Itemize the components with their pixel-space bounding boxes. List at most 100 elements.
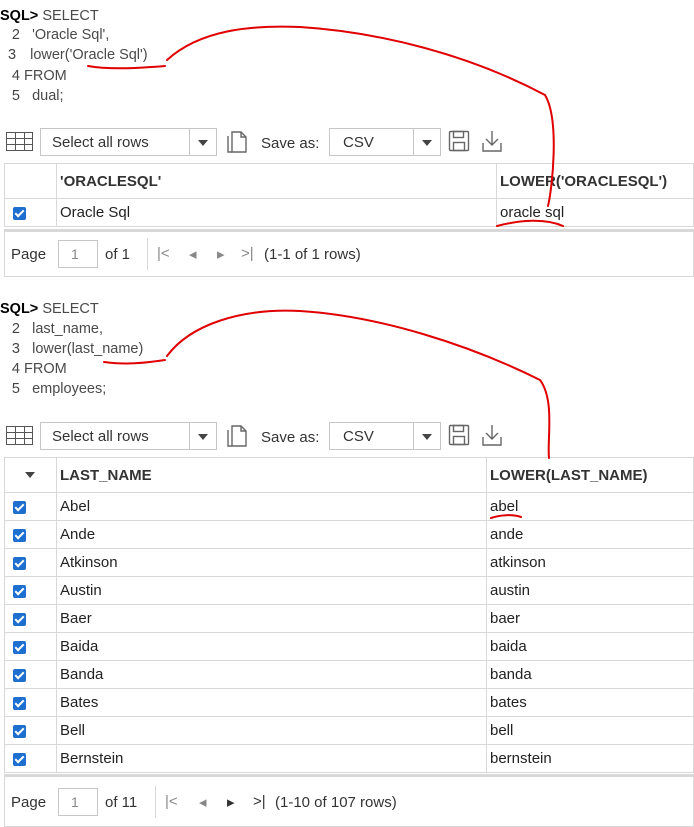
row-checkbox-cell[interactable] [4, 520, 57, 549]
last-page-icon[interactable]: >| [241, 245, 254, 262]
chevron-down-icon[interactable] [413, 423, 440, 449]
prev-page-icon[interactable]: ◂ [199, 793, 207, 811]
copy-icon[interactable] [226, 130, 248, 154]
table-row: Baida baida [4, 632, 694, 661]
sql-line-4: 4 FROM [0, 66, 67, 86]
next-page-icon[interactable]: ▸ [217, 245, 225, 263]
prev-page-icon[interactable]: ◂ [189, 245, 197, 263]
table-cell: bell [486, 716, 694, 745]
row-checkbox[interactable] [13, 584, 26, 598]
row-checkbox-cell[interactable] [4, 198, 57, 227]
format-dropdown[interactable]: CSV [329, 128, 441, 156]
row-checkbox-cell[interactable] [4, 660, 57, 689]
first-page-icon[interactable]: |< [157, 245, 170, 262]
sql-prompt: SQL> [0, 301, 39, 317]
row-select-dropdown[interactable]: Select all rows [40, 128, 217, 156]
select-column-header[interactable] [4, 457, 57, 493]
row-checkbox[interactable] [13, 640, 26, 654]
row-checkbox[interactable] [13, 500, 26, 514]
sql-text: lower(last_name) [32, 341, 144, 357]
page-label: Page [11, 246, 47, 263]
save-icon[interactable] [448, 424, 470, 446]
page-input[interactable]: 1 [58, 788, 98, 816]
column-header[interactable]: LOWER('ORACLESQL') [496, 163, 694, 199]
table-header-row: LAST_NAME LOWER(LAST_NAME) [4, 457, 694, 493]
column-header[interactable]: LAST_NAME [56, 457, 487, 493]
result-toolbar: Select all rows Save as: CSV [0, 126, 694, 160]
sql-text: employees; [32, 381, 107, 397]
line-number: 3 [11, 341, 20, 357]
row-select-dropdown[interactable]: Select all rows [40, 422, 217, 450]
table-cell: atkinson [486, 548, 694, 577]
divider [147, 238, 148, 270]
row-checkbox-cell[interactable] [4, 744, 57, 773]
line-number: 2 [11, 321, 20, 337]
chevron-down-icon[interactable] [25, 472, 35, 478]
grid-icon[interactable] [6, 132, 33, 152]
row-checkbox[interactable] [13, 528, 26, 542]
sql-line-5: 5 employees; [0, 379, 106, 399]
format-value: CSV [343, 428, 374, 445]
chevron-down-icon[interactable] [413, 129, 440, 155]
save-icon[interactable] [448, 130, 470, 152]
row-checkbox-cell[interactable] [4, 688, 57, 717]
chevron-down-icon[interactable] [189, 129, 216, 155]
chevron-down-icon[interactable] [189, 423, 216, 449]
table-cell: bernstein [486, 744, 694, 773]
table-cell: oracle sql [496, 198, 694, 227]
sql-line-5: 5 dual; [0, 86, 64, 106]
sql-prompt: SQL> [0, 8, 39, 24]
format-dropdown[interactable]: CSV [329, 422, 441, 450]
row-checkbox[interactable] [13, 612, 26, 626]
result-toolbar: Select all rows Save as: CSV [0, 420, 694, 454]
sql-line-3: 3 lower('Oracle Sql') [0, 45, 148, 65]
table-row: Abel abel [4, 492, 694, 521]
sql-line-4: 4 FROM [0, 359, 67, 379]
row-checkbox[interactable] [13, 724, 26, 738]
row-checkbox-cell[interactable] [4, 716, 57, 745]
column-header[interactable]: LOWER(LAST_NAME) [486, 457, 694, 493]
row-checkbox-cell[interactable] [4, 492, 57, 521]
row-checkbox[interactable] [13, 752, 26, 766]
table-cell: Bates [56, 688, 487, 717]
pagination-bar: Page 1 of 11 |< ◂ ▸ >| (1-10 of 107 rows… [4, 774, 694, 827]
table-row: Oracle Sql oracle sql [4, 198, 694, 227]
row-checkbox-cell[interactable] [4, 632, 57, 661]
download-icon[interactable] [481, 129, 503, 153]
table-row: Austin austin [4, 576, 694, 605]
sql-text: dual; [32, 88, 64, 104]
copy-icon[interactable] [226, 424, 248, 448]
grid-icon[interactable] [6, 426, 33, 446]
column-header[interactable]: 'ORACLESQL' [56, 163, 497, 199]
last-page-icon[interactable]: >| [253, 793, 266, 810]
row-checkbox-cell[interactable] [4, 576, 57, 605]
table-cell: Baer [56, 604, 487, 633]
download-icon[interactable] [481, 423, 503, 447]
table-cell: Bernstein [56, 744, 487, 773]
first-page-icon[interactable]: |< [165, 793, 178, 810]
format-value: CSV [343, 134, 374, 151]
line-number: 4 [11, 68, 20, 84]
row-checkbox[interactable] [13, 696, 26, 710]
table-row: Ande ande [4, 520, 694, 549]
row-checkbox[interactable] [13, 668, 26, 682]
save-as-label: Save as: [261, 135, 320, 152]
page-count: of 1 [105, 246, 131, 263]
result-table-2: LAST_NAME LOWER(LAST_NAME) Abel abel Ande a… [4, 457, 694, 773]
row-select-value: Select all rows [52, 428, 149, 445]
sql-text: 'Oracle Sql', [32, 27, 110, 43]
row-checkbox[interactable] [13, 556, 26, 570]
pagination-bar: Page 1 of 1 |< ◂ ▸ >| (1-1 of 1 rows) [4, 229, 694, 277]
table-cell: Atkinson [56, 548, 487, 577]
sql-line-2: 2 'Oracle Sql', [0, 25, 109, 45]
next-page-icon[interactable]: ▸ [227, 793, 235, 811]
table-cell: Banda [56, 660, 487, 689]
row-checkbox-cell[interactable] [4, 548, 57, 577]
line-number: 5 [11, 88, 20, 104]
page-input[interactable]: 1 [58, 240, 98, 268]
row-checkbox[interactable] [13, 206, 26, 220]
result-table-1: 'ORACLESQL' LOWER('ORACLESQL') Oracle Sq… [4, 163, 694, 227]
sql-text: FROM [24, 68, 67, 84]
table-cell: Baida [56, 632, 487, 661]
row-checkbox-cell[interactable] [4, 604, 57, 633]
